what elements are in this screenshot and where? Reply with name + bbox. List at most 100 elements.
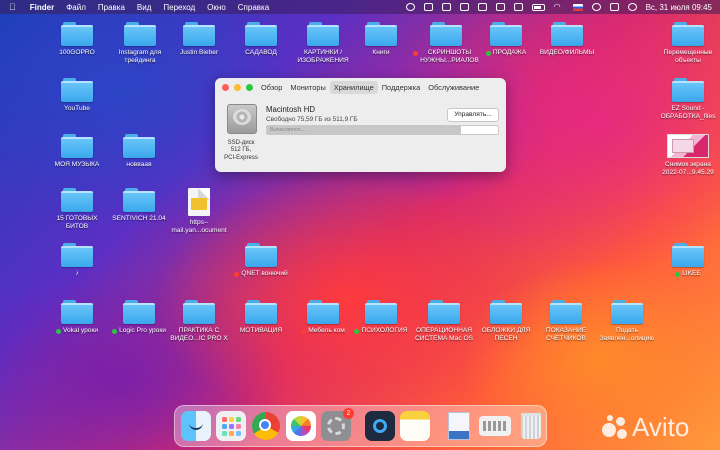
apple-menu-icon[interactable]:  bbox=[0, 2, 24, 12]
menu-file[interactable]: Файл bbox=[60, 3, 92, 12]
display-icon[interactable] bbox=[477, 3, 487, 11]
desktop-folder[interactable]: САДАВОД bbox=[228, 22, 294, 57]
desktop-item-label: ПРАКТИКА С ВИДЕО...IC PRO X bbox=[166, 327, 232, 343]
folder-icon bbox=[61, 134, 93, 158]
desktop-folder[interactable]: EZ Sound - ОБРАБОТКА_files bbox=[655, 78, 720, 121]
desktop-folder[interactable]: СКРИНШОТЫ НУЖНЫ...РИАЛОВ bbox=[413, 22, 479, 65]
folder-icon bbox=[61, 22, 93, 46]
desktop-folder[interactable]: SENTIVICH 21.04 bbox=[106, 188, 172, 223]
folder-icon bbox=[123, 300, 155, 324]
desktop-item-label: ПОКАЗАНИЕ СЧЕТЧИКОВ bbox=[533, 327, 599, 343]
control-center-icon[interactable] bbox=[609, 3, 619, 11]
desktop-item-name: Снимок экрана 2022-07...9.45.29 bbox=[662, 161, 714, 176]
cloud-icon[interactable] bbox=[441, 3, 451, 11]
desktop-folder[interactable]: ПОКАЗАНИЕ СЧЕТЧИКОВ bbox=[533, 300, 599, 343]
desktop-folder[interactable]: МОТИВАЦИЯ bbox=[228, 300, 294, 335]
desktop-folder[interactable]: Instagram для трейдинга bbox=[107, 22, 173, 65]
desktop-folder[interactable]: ПРАКТИКА С ВИДЕО...IC PRO X bbox=[166, 300, 232, 343]
desktop-item-label: Подать Заявлен...олицию bbox=[594, 327, 660, 343]
folder-icon bbox=[672, 22, 704, 46]
desktop-document[interactable]: https-- mail.yan...ocument bbox=[166, 188, 232, 235]
about-this-mac-window: Обзор Мониторы Хранилище Поддержка Обслу… bbox=[215, 78, 506, 172]
folder-icon bbox=[365, 300, 397, 324]
zoom-button[interactable] bbox=[246, 83, 253, 91]
drive-name: Macintosh HD bbox=[266, 105, 315, 114]
close-button[interactable] bbox=[222, 83, 229, 91]
screenshot-thumbnail-icon bbox=[667, 134, 709, 158]
quicktime-icon[interactable] bbox=[365, 411, 395, 441]
folder-icon bbox=[611, 300, 643, 324]
tab-storage[interactable]: Хранилище bbox=[329, 81, 378, 94]
status-circle-icon[interactable] bbox=[405, 3, 415, 11]
desktop-folder[interactable]: новвaaв bbox=[106, 134, 172, 169]
desktop[interactable]:  Finder Файл Правка Вид Переход Окно Сп… bbox=[0, 0, 720, 450]
system-preferences-icon[interactable]: 2 bbox=[321, 408, 354, 441]
desktop-folder[interactable]: ПРОДАЖА bbox=[473, 22, 539, 57]
folder-icon bbox=[61, 78, 93, 102]
desktop-folder[interactable]: Книги bbox=[348, 22, 414, 57]
dropbox-icon[interactable] bbox=[495, 3, 505, 11]
siri-icon[interactable] bbox=[627, 3, 637, 11]
menu-clock[interactable]: Вс, 31 июля 09:45 bbox=[646, 3, 712, 12]
tab-displays[interactable]: Мониторы bbox=[286, 81, 329, 94]
menu-go[interactable]: Переход bbox=[157, 3, 201, 12]
desktop-item-label: Перемещенные объекты bbox=[655, 49, 720, 65]
desktop-screenshot-file[interactable]: Снимок экрана 2022-07...9.45.29 bbox=[655, 134, 720, 177]
sync-icon[interactable] bbox=[459, 3, 469, 11]
tag-dot-icon bbox=[234, 271, 240, 277]
desktop-folder[interactable]: ПСИХОЛОГИЯ bbox=[348, 300, 414, 335]
battery-icon[interactable] bbox=[531, 3, 545, 11]
wifi-icon[interactable]: ◠ bbox=[554, 3, 564, 11]
desktop-item-label: ПРОДАЖА bbox=[473, 49, 539, 57]
desktop-folder[interactable]: YouTube bbox=[44, 78, 110, 113]
menu-finder[interactable]: Finder bbox=[24, 3, 60, 12]
desktop-item-name: ♪ bbox=[75, 270, 79, 277]
desktop-folder[interactable]: Logic Pro уроки bbox=[106, 300, 172, 335]
avito-watermark-text: Avito bbox=[632, 412, 690, 442]
desktop-folder[interactable]: QNET вонючий bbox=[228, 243, 294, 278]
desktop-folder[interactable]: ОПЕРАЦИОННАЯ СИСТЕМА Mac OS bbox=[411, 300, 477, 343]
notes-icon[interactable] bbox=[400, 411, 430, 441]
spotlight-search-icon[interactable] bbox=[591, 3, 601, 11]
photos-icon[interactable] bbox=[286, 411, 316, 441]
menu-view[interactable]: Вид bbox=[131, 3, 157, 12]
window-titlebar[interactable]: Обзор Мониторы Хранилище Поддержка Обслу… bbox=[215, 78, 506, 96]
manage-button[interactable]: Управлять... bbox=[447, 108, 499, 122]
folder-icon bbox=[430, 22, 462, 46]
desktop-folder[interactable]: ♪ bbox=[44, 243, 110, 278]
desktop-folder[interactable]: Мебель ком bbox=[290, 300, 356, 335]
keyboard-viewer-icon[interactable] bbox=[479, 416, 511, 436]
preview-icon[interactable] bbox=[444, 411, 474, 441]
desktop-folder[interactable]: ОБЛОЖКИ ДЛЯ ПЕСЕН bbox=[473, 300, 539, 343]
bluetooth-icon[interactable] bbox=[513, 3, 523, 11]
desktop-folder[interactable]: МОЯ МУЗЫКА bbox=[44, 134, 110, 169]
menu-edit[interactable]: Правка bbox=[92, 3, 131, 12]
launchpad-icon[interactable] bbox=[216, 411, 246, 441]
screen-record-icon[interactable] bbox=[423, 3, 433, 11]
tab-support[interactable]: Поддержка bbox=[378, 81, 425, 94]
notification-badge: 2 bbox=[343, 408, 354, 419]
tab-overview[interactable]: Обзор bbox=[257, 81, 286, 94]
finder-icon[interactable] bbox=[181, 411, 211, 441]
desktop-folder[interactable]: Justin Bieber bbox=[166, 22, 232, 57]
desktop-item-label: ♪ bbox=[44, 270, 110, 278]
menu-window[interactable]: Окно bbox=[201, 3, 232, 12]
tag-dot-icon bbox=[413, 50, 419, 56]
desktop-folder[interactable]: 15 ГОТОВЫХ БИТОВ bbox=[44, 188, 110, 231]
desktop-folder[interactable]: Подать Заявлен...олицию bbox=[594, 300, 660, 343]
desktop-folder[interactable]: LIKEE bbox=[655, 243, 720, 278]
desktop-folder[interactable]: Перемещенные объекты bbox=[655, 22, 720, 65]
window-tabs: Обзор Мониторы Хранилище Поддержка Обслу… bbox=[257, 81, 483, 94]
desktop-folder[interactable]: Vokal уроки bbox=[44, 300, 110, 335]
menu-help[interactable]: Справка bbox=[232, 3, 275, 12]
input-source-flag-icon[interactable] bbox=[572, 3, 583, 11]
minimize-button[interactable] bbox=[234, 83, 241, 91]
desktop-folder[interactable]: КАРТИНКИ / ИЗОБРАЖЕНИЯ bbox=[290, 22, 356, 65]
desktop-item-name: новвaaв bbox=[126, 161, 152, 168]
tab-service[interactable]: Обслуживание bbox=[424, 81, 483, 94]
trash-icon[interactable] bbox=[516, 411, 546, 441]
desktop-folder[interactable]: ВИДЕО/ФИЛЬМЫ bbox=[534, 22, 600, 57]
desktop-folder[interactable]: 100GOPRO bbox=[44, 22, 110, 57]
chrome-icon[interactable] bbox=[251, 411, 281, 441]
folder-icon bbox=[672, 243, 704, 267]
